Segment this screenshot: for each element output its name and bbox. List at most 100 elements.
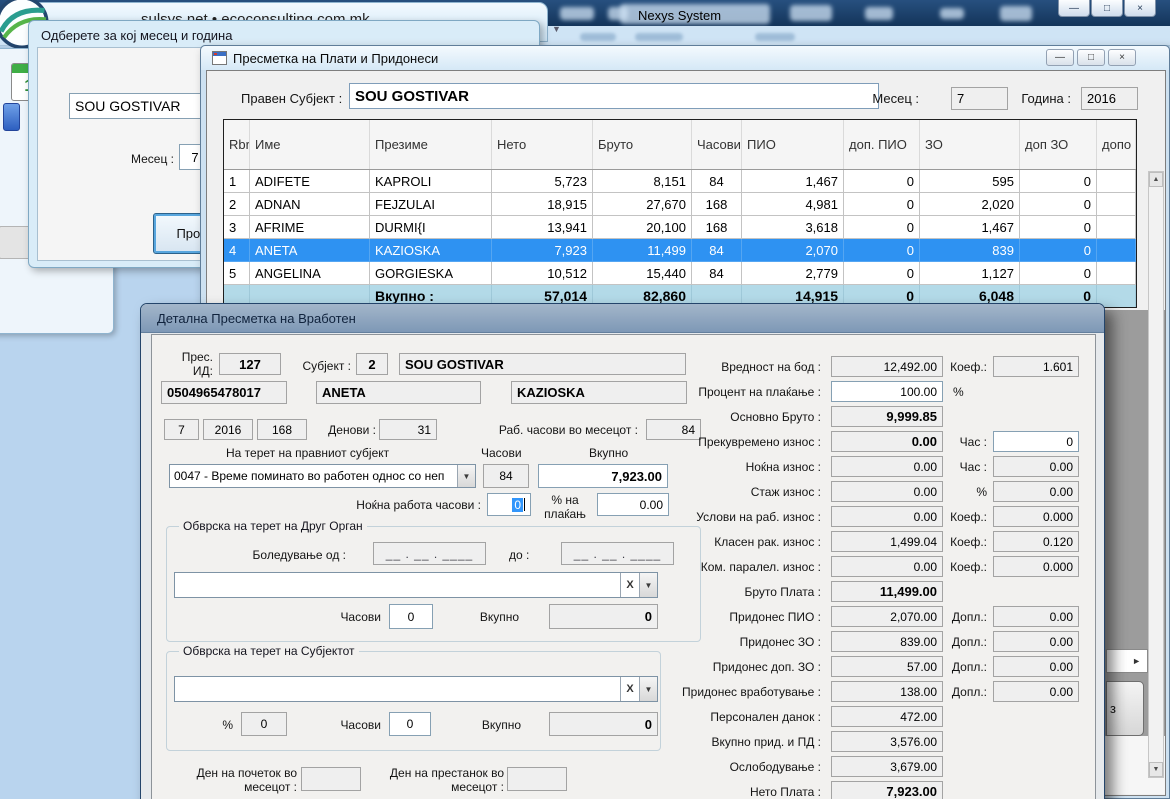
night-work-input[interactable]: 0 xyxy=(487,493,531,516)
field-label: Вредност на бод : xyxy=(541,360,821,374)
field-value: 0.00 xyxy=(831,456,943,477)
payroll-restore-button[interactable]: □ xyxy=(1077,49,1105,66)
cell-hours: 168 xyxy=(692,193,742,216)
work-item-text: 0047 - Време поминато во работен однос с… xyxy=(170,469,457,483)
cell-zo: 839 xyxy=(920,239,1020,262)
table-row-selected[interactable]: 4 ANETA KAZIOSKA 7,923 11,499 84 2,070 0… xyxy=(224,239,1136,262)
table-row[interactable]: 3 AFRIME DURMI{I 13,941 20,100 168 3,618… xyxy=(224,216,1136,239)
field-value2: 0.00 xyxy=(993,481,1079,502)
work-item-combobox[interactable]: 0047 - Време поминато во работен однос с… xyxy=(169,464,476,488)
cell-dop-pio: 0 xyxy=(844,239,920,262)
cell-hours: 168 xyxy=(692,216,742,239)
column-header[interactable]: доп. ПИО xyxy=(844,120,920,169)
field-label: Прекувремено износ : xyxy=(541,435,821,449)
dropdown-icon[interactable]: ▼ xyxy=(457,465,475,487)
work-item-hours: 84 xyxy=(483,464,529,488)
field-label2: Коеф.: xyxy=(941,535,987,549)
subject-total-label: Вкупно xyxy=(465,718,521,732)
desktop: Nexys System — □ × sulsys.net • ecoconsu… xyxy=(0,0,1170,799)
column-header[interactable]: Бруто xyxy=(593,120,692,169)
subject-hours-input[interactable]: 0 xyxy=(389,712,431,736)
os-minimize-button[interactable]: — xyxy=(1058,0,1090,17)
column-header[interactable]: допо xyxy=(1097,120,1136,169)
payroll-month-value[interactable]: 7 xyxy=(951,87,1008,110)
subject-hours-label: Часови xyxy=(333,718,381,732)
cell-neto: 5,723 xyxy=(492,170,593,193)
day-start-input[interactable] xyxy=(301,767,361,791)
field-label2: Коеф.: xyxy=(941,360,987,374)
column-header[interactable]: Rbr xyxy=(224,120,250,169)
sick-from-input[interactable]: __ . __ . ____ xyxy=(373,542,486,565)
other-org-hours-input[interactable]: 0 xyxy=(389,604,433,629)
close-icon: × xyxy=(1119,52,1125,63)
cell-pio: 4,981 xyxy=(742,193,844,216)
payroll-titlebar[interactable]: Пресметка на Плати и Придонеси — □ × xyxy=(201,46,1169,70)
payroll-window-title: Пресметка на Плати и Придонеси xyxy=(233,51,438,66)
cell-bruto: 27,670 xyxy=(593,193,692,216)
os-close-button[interactable]: × xyxy=(1124,0,1156,17)
column-header[interactable]: ЗО xyxy=(920,120,1020,169)
cell-pio: 2,779 xyxy=(742,262,844,285)
column-header[interactable]: Нето xyxy=(492,120,593,169)
overtime-hours-input[interactable]: 0 xyxy=(993,431,1079,452)
payroll-minimize-button[interactable]: — xyxy=(1046,49,1074,66)
calc-id-label: Прес.ИД: xyxy=(169,350,213,378)
field-label: Ноќна износ : xyxy=(541,460,821,474)
detail-titlebar[interactable]: Детална Пресметка на Вработен xyxy=(141,304,1104,333)
subject-id-value: 2 xyxy=(356,353,388,375)
payroll-year-value[interactable]: 2016 xyxy=(1081,87,1138,110)
legal-subject-input[interactable]: SOU GOSTIVAR xyxy=(349,83,879,109)
cell-surname: FEJZULAI xyxy=(370,193,492,216)
blue-toolbar-icon[interactable] xyxy=(3,103,20,131)
cell-zo: 1,467 xyxy=(920,216,1020,239)
field-value: 0.00 xyxy=(831,481,943,502)
cell-pio: 1,467 xyxy=(742,170,844,193)
scroll-down-button[interactable]: ▼ xyxy=(1149,762,1163,777)
column-header[interactable]: Презиме xyxy=(370,120,492,169)
table-row[interactable]: 2 ADNAN FEJZULAI 18,915 27,670 168 4,981… xyxy=(224,193,1136,216)
cell-rbr: 5 xyxy=(224,262,250,285)
scroll-right-icon: ► xyxy=(1132,656,1141,666)
vertical-scrollbar[interactable]: ▲ ▼ xyxy=(1148,171,1164,778)
column-header[interactable]: Име xyxy=(250,120,370,169)
field-label: Персонален данок : xyxy=(541,710,821,724)
legal-subject-label: Правен Субјект : xyxy=(241,92,342,106)
field-value2: 0.120 xyxy=(993,531,1079,552)
field-label: Ком. паралел. износ : xyxy=(541,560,821,574)
cell-dop-pio: 0 xyxy=(844,170,920,193)
payment-pct-input[interactable]: 100.00 xyxy=(831,381,943,402)
table-row[interactable]: 1 ADIFETE KAPROLI 5,723 8,151 84 1,467 0… xyxy=(224,170,1136,193)
field-value: 3,679.00 xyxy=(831,756,943,777)
partial-button-fragment[interactable]: з xyxy=(1106,681,1144,736)
field-label2: % xyxy=(941,485,987,499)
os-restore-button[interactable]: □ xyxy=(1091,0,1123,17)
subject-pct-value: 0 xyxy=(241,712,287,736)
cell-zo: 1,127 xyxy=(920,262,1020,285)
tab-caret-icon[interactable]: ▼ xyxy=(552,24,561,34)
cell-bruto: 11,499 xyxy=(593,239,692,262)
scroll-up-button[interactable]: ▲ xyxy=(1149,172,1163,187)
cell-neto: 13,941 xyxy=(492,216,593,239)
cell-zo: 2,020 xyxy=(920,193,1020,216)
column-header[interactable]: доп ЗО xyxy=(1020,120,1097,169)
cell-pio: 3,618 xyxy=(742,216,844,239)
payroll-close-button[interactable]: × xyxy=(1108,49,1136,66)
field-label: Вкупно прид. и ПД : xyxy=(541,735,821,749)
cell-zo: 595 xyxy=(920,170,1020,193)
horizontal-scrollbar-fragment[interactable]: ► xyxy=(1106,649,1148,673)
field-value2: 0.00 xyxy=(993,456,1079,477)
cell-surname: GORGIESKA xyxy=(370,262,492,285)
column-header[interactable]: Часови xyxy=(692,120,742,169)
table-row[interactable]: 5 ANGELINA GORGIESKA 10,512 15,440 84 2,… xyxy=(224,262,1136,285)
payroll-month-label: Месец : xyxy=(861,92,919,106)
restore-icon: □ xyxy=(1104,3,1110,14)
cell-surname: KAZIOSKA xyxy=(370,239,492,262)
cell-neto: 7,923 xyxy=(492,239,593,262)
company-combobox[interactable]: SOU GOSTIVAR xyxy=(69,93,207,119)
column-header[interactable]: ПИО xyxy=(742,120,844,169)
cell-extra xyxy=(1097,239,1136,262)
cell-hours: 84 xyxy=(692,239,742,262)
taskbar-blob xyxy=(1000,6,1032,21)
cell-dop-zo: 0 xyxy=(1020,216,1097,239)
cell-surname: DURMI{I xyxy=(370,216,492,239)
